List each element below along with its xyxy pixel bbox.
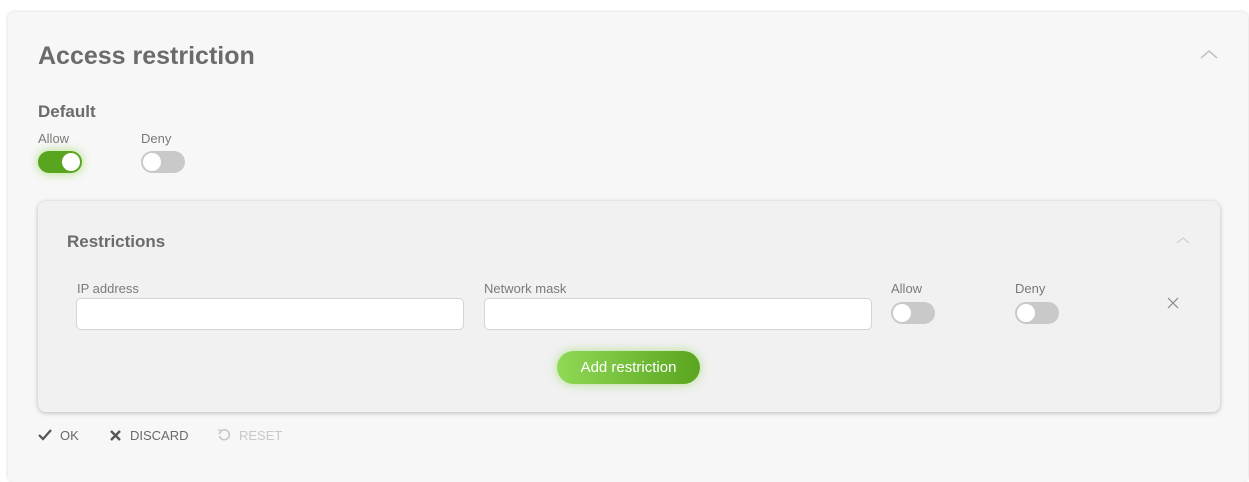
toggle-knob (893, 304, 911, 322)
network-mask-label: Network mask (484, 281, 567, 296)
discard-button[interactable]: DISCARD (109, 427, 189, 443)
restriction-allow-toggle[interactable] (891, 302, 935, 324)
toggle-knob (62, 153, 80, 171)
default-allow-label: Allow (38, 131, 70, 146)
reset-button[interactable]: RESET (217, 427, 282, 443)
restriction-deny-label: Deny (1015, 281, 1046, 296)
chevron-up-icon[interactable] (1199, 48, 1219, 60)
reset-label: RESET (239, 427, 283, 443)
discard-icon (110, 429, 121, 441)
restriction-deny-toggle[interactable] (1015, 302, 1059, 324)
restrictions-panel: Restrictions IP address Network mask All… (38, 201, 1220, 412)
default-section-label: Default (38, 102, 96, 121)
restrictions-title: Restrictions (67, 232, 166, 251)
chevron-up-icon[interactable] (1175, 235, 1191, 245)
reset-icon (218, 428, 231, 441)
ok-button[interactable]: OK (38, 427, 79, 443)
default-deny-toggle[interactable] (141, 151, 185, 173)
default-allow-toggle[interactable] (38, 151, 82, 173)
discard-label: DISCARD (130, 427, 189, 443)
toggle-knob (1017, 304, 1035, 322)
access-restriction-panel: Access restriction Default Allow Deny Re… (8, 12, 1248, 482)
check-icon (38, 429, 52, 441)
restriction-allow-label: Allow (891, 281, 923, 296)
page-title: Access restriction (38, 42, 255, 70)
add-restriction-button[interactable]: Add restriction (557, 351, 700, 384)
toggle-knob (143, 153, 161, 171)
default-deny-label: Deny (141, 131, 172, 146)
ip-address-input[interactable] (76, 298, 464, 330)
network-mask-input[interactable] (484, 298, 872, 330)
close-icon[interactable] (1165, 295, 1181, 311)
ok-label: OK (60, 427, 79, 443)
ip-address-label: IP address (77, 281, 139, 296)
